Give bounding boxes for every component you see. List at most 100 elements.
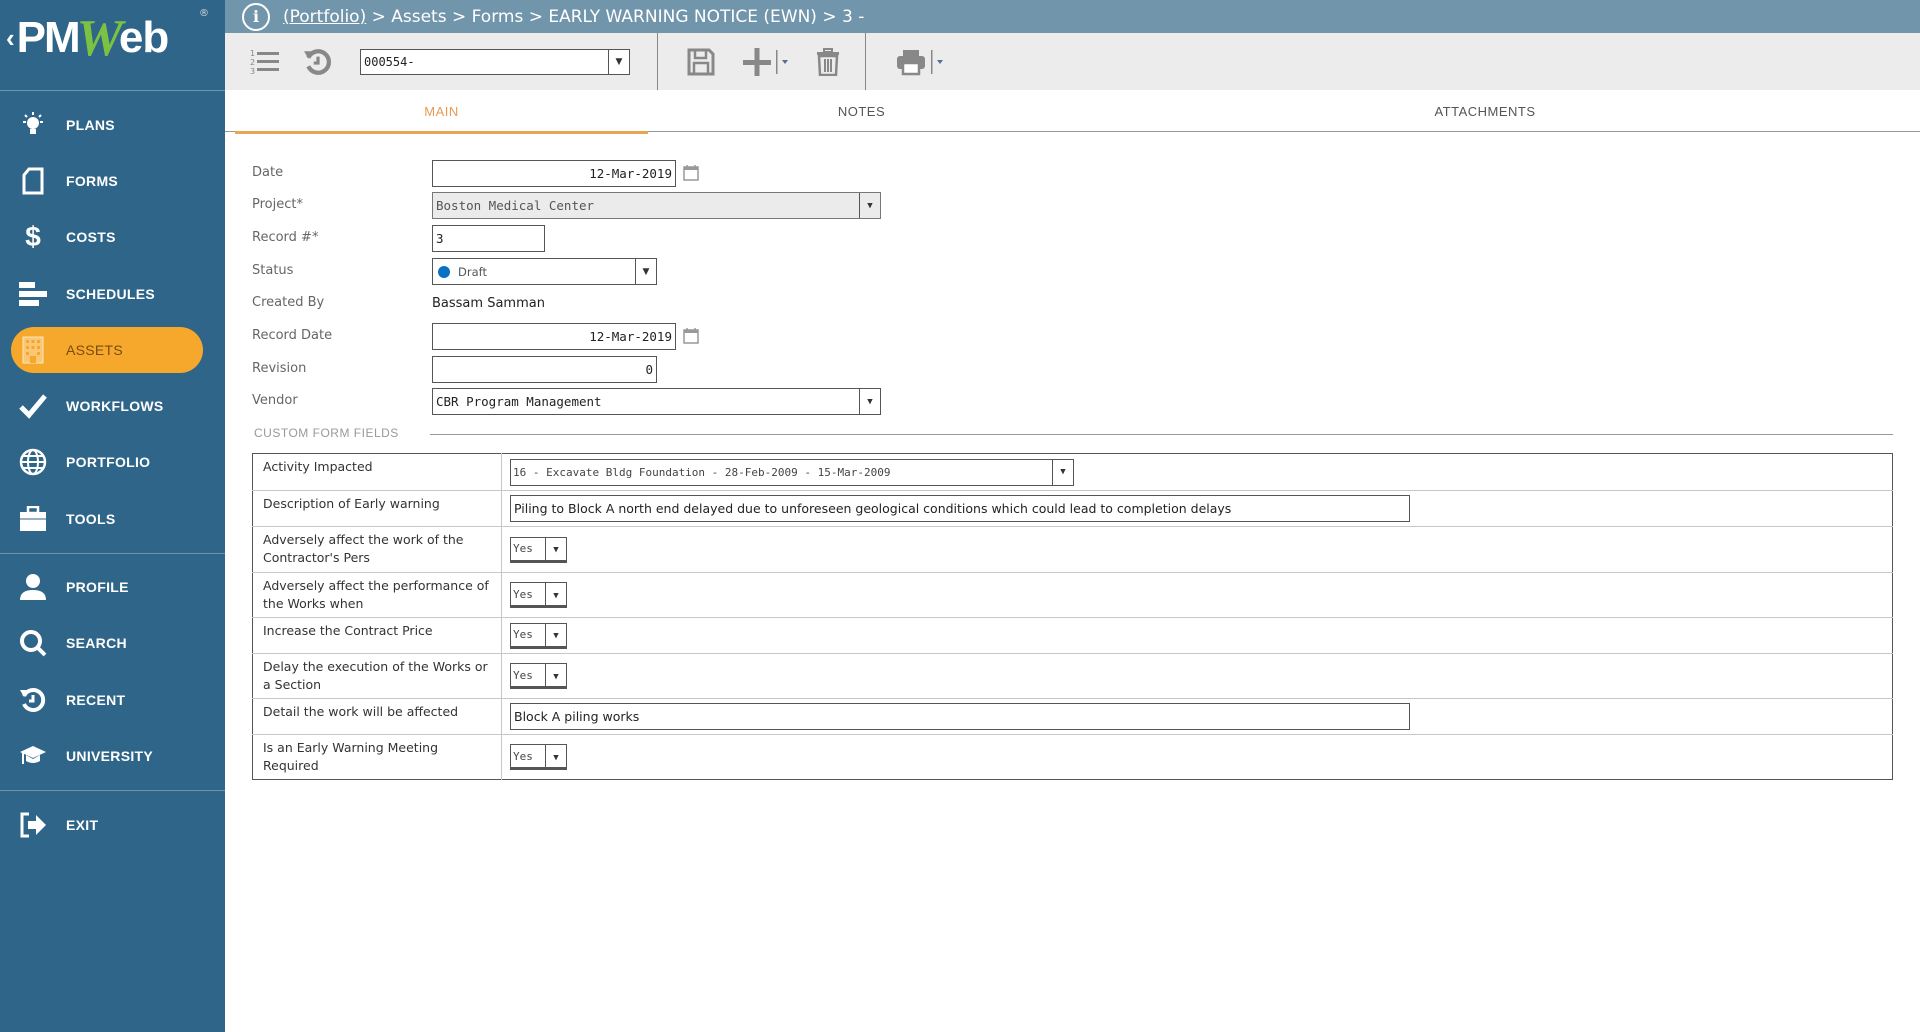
history-icon	[0, 686, 66, 714]
gantt-bars-icon	[0, 281, 66, 307]
toolbar: 123 000554- ▼	[225, 33, 1920, 90]
sidebar-item-label: PLANS	[66, 117, 115, 133]
record-number-value: 3	[436, 231, 444, 246]
sidebar-item-costs[interactable]: $ COSTS	[0, 214, 225, 260]
pmweb-logo[interactable]: ‹ PM W eb ®	[6, 8, 221, 68]
custom-form-fields-title: CUSTOM FORM FIELDS	[254, 426, 399, 440]
breadcrumb: (Portfolio) > Assets > Forms > EARLY WAR…	[283, 7, 864, 27]
revision-field[interactable]: 0	[432, 356, 657, 383]
project-select[interactable]: Boston Medical Center ▼	[432, 192, 881, 219]
activity-impacted-value: 16 - Excavate Bldg Foundation - 28-Feb-2…	[513, 465, 891, 479]
tab-notes[interactable]: NOTES	[648, 90, 1075, 132]
revision-label: Revision	[252, 361, 307, 376]
record-number-field[interactable]: 3	[432, 225, 545, 252]
toolbox-icon	[0, 506, 66, 532]
chevron-down-icon[interactable]: ▼	[545, 623, 566, 649]
sidebar-item-portfolio[interactable]: PORTFOLIO	[0, 439, 225, 485]
toolbar-divider	[657, 33, 658, 90]
breadcrumb-portfolio-link[interactable]: (Portfolio)	[283, 7, 366, 27]
description-field[interactable]: Piling to Block A north end delayed due …	[510, 495, 1410, 522]
sidebar-item-forms[interactable]: FORMS	[0, 158, 225, 204]
sidebar-item-exit[interactable]: EXIT	[0, 802, 225, 848]
record-select[interactable]: 000554- ▼	[360, 49, 630, 75]
custom-field-label: Adversely affect the performance of the …	[252, 572, 502, 618]
activity-impacted-select[interactable]: 16 - Excavate Bldg Foundation - 28-Feb-2…	[510, 458, 1074, 486]
chevron-down-icon[interactable]: ▼	[635, 259, 656, 284]
sidebar-item-tools[interactable]: TOOLS	[0, 496, 225, 542]
calendar-icon[interactable]	[683, 164, 699, 181]
chevron-down-icon[interactable]: ▼	[608, 50, 629, 74]
back-chevron-icon[interactable]: ‹	[6, 23, 15, 54]
project-label: Project*	[252, 197, 303, 212]
vendor-value: CBR Program Management	[436, 394, 602, 409]
svg-text:1: 1	[250, 49, 255, 58]
info-icon[interactable]: i	[242, 2, 270, 31]
yes-no-select[interactable]: Yes ▼	[510, 582, 567, 608]
sidebar-item-university[interactable]: UNIVERSITY	[0, 733, 225, 779]
graduation-cap-icon	[0, 744, 66, 768]
custom-field-label: Increase the Contract Price	[252, 617, 502, 654]
print-button[interactable]	[894, 45, 950, 79]
checkmark-icon	[0, 392, 66, 420]
yes-no-select[interactable]: Yes ▼	[510, 744, 567, 770]
created-by-label: Created By	[252, 295, 325, 310]
record-date-field[interactable]: 12-Mar-2019	[432, 323, 676, 350]
breadcrumb-path: > Assets > Forms > EARLY WARNING NOTICE …	[366, 6, 865, 27]
sidebar-item-recent[interactable]: RECENT	[0, 677, 225, 723]
table-row: Description of Early warning Piling to B…	[252, 490, 1893, 527]
sidebar-item-label: COSTS	[66, 229, 116, 245]
toolbar-divider	[865, 33, 866, 90]
delete-icon[interactable]	[811, 45, 845, 79]
yes-no-value: Yes	[513, 542, 533, 555]
sidebar-item-label: WORKFLOWS	[66, 398, 164, 414]
custom-field-value-cell: Yes ▼	[501, 653, 1893, 699]
chevron-down-icon[interactable]: ▼	[545, 537, 566, 563]
sidebar-divider	[0, 790, 225, 791]
chevron-down-icon[interactable]: ▼	[859, 193, 880, 218]
custom-field-value-cell: 16 - Excavate Bldg Foundation - 28-Feb-2…	[502, 454, 1893, 491]
chevron-down-icon[interactable]: ▼	[545, 664, 566, 689]
date-field[interactable]: 12-Mar-2019	[432, 160, 676, 187]
calendar-icon[interactable]	[683, 327, 699, 344]
sidebar-item-schedules[interactable]: SCHEDULES	[0, 271, 225, 317]
yes-no-select[interactable]: Yes ▼	[510, 622, 567, 649]
yes-no-select[interactable]: Yes ▼	[510, 536, 567, 563]
chevron-down-icon[interactable]: ▼	[859, 389, 880, 414]
add-button[interactable]	[740, 45, 796, 79]
record-number-label: Record #*	[252, 230, 319, 245]
yes-no-select[interactable]: Yes ▼	[510, 663, 567, 689]
numbered-list-icon[interactable]: 123	[248, 45, 282, 79]
custom-field-value-cell: Yes ▼	[501, 617, 1893, 654]
tab-main[interactable]: MAIN	[235, 90, 648, 134]
status-label: Status	[252, 263, 294, 278]
sidebar-divider	[0, 90, 225, 91]
revision-value: 0	[645, 362, 653, 377]
registered-mark: ®	[199, 8, 209, 19]
chevron-down-icon[interactable]: ▼	[1052, 459, 1073, 485]
sidebar-item-label: EXIT	[66, 817, 99, 833]
table-row: Activity Impacted 16 - Excavate Bldg Fou…	[252, 453, 1893, 491]
chevron-down-icon[interactable]: ▼	[545, 583, 566, 608]
table-row: Adversely affect the work of the Contrac…	[252, 526, 1893, 573]
sidebar-item-workflows[interactable]: WORKFLOWS	[0, 383, 225, 429]
project-value: Boston Medical Center	[436, 198, 595, 213]
tab-attachments[interactable]: ATTACHMENTS	[1434, 90, 1535, 132]
history-icon[interactable]	[301, 45, 335, 79]
chevron-down-icon[interactable]: ▼	[545, 745, 566, 770]
record-select-value: 000554-	[364, 55, 415, 69]
custom-fields-table: Activity Impacted 16 - Excavate Bldg Fou…	[252, 453, 1893, 780]
sidebar-item-label: UNIVERSITY	[66, 748, 154, 764]
sidebar-item-plans[interactable]: PLANS	[0, 102, 225, 148]
save-icon[interactable]	[684, 45, 718, 79]
detail-work-field[interactable]: Block A piling works	[510, 703, 1410, 730]
record-date-value: 12-Mar-2019	[589, 329, 672, 344]
custom-field-label: Delay the execution of the Works or a Se…	[252, 653, 502, 699]
status-select[interactable]: Draft ▼	[432, 258, 657, 285]
vendor-select[interactable]: CBR Program Management ▼	[432, 388, 881, 415]
section-divider	[430, 434, 1893, 435]
sidebar-item-assets[interactable]: ASSETS	[0, 327, 225, 373]
sidebar-item-search[interactable]: SEARCH	[0, 620, 225, 666]
sidebar-item-profile[interactable]: PROFILE	[0, 564, 225, 610]
sidebar-divider	[0, 553, 225, 554]
svg-text:3: 3	[250, 67, 255, 76]
